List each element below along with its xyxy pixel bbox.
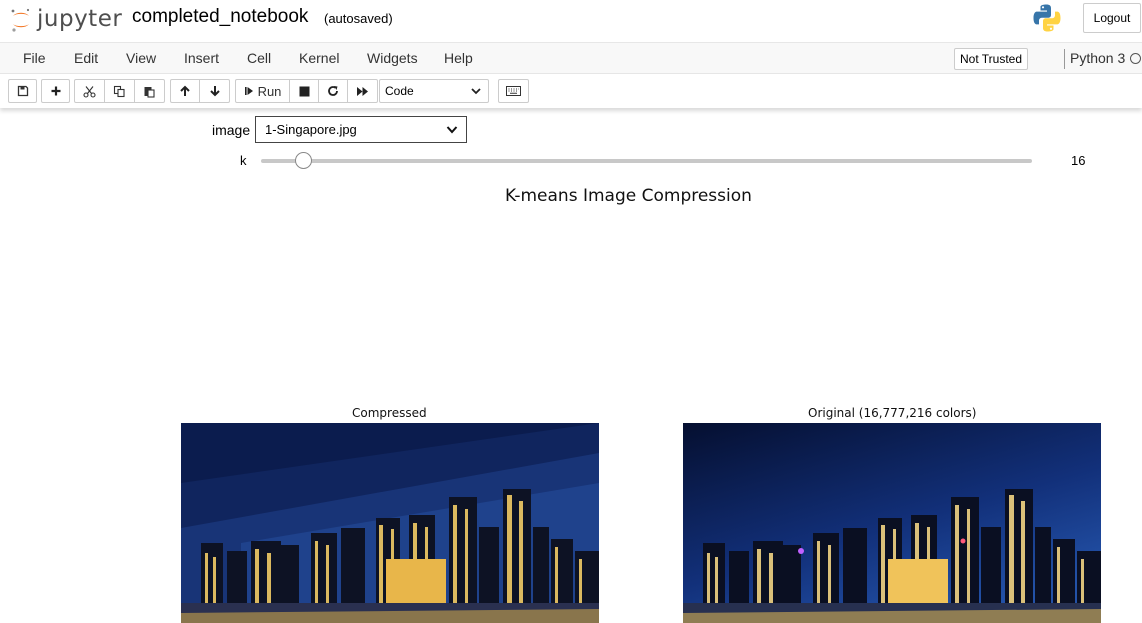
- save-status: (autosaved): [324, 11, 393, 26]
- toolbar: Run: [0, 74, 1142, 108]
- menu-file[interactable]: File: [23, 50, 46, 66]
- restart-icon: [328, 86, 338, 96]
- kernel-name: Python 3: [1070, 50, 1126, 66]
- menu-cell[interactable]: Cell: [247, 50, 271, 66]
- trust-button[interactable]: Not Trusted: [954, 48, 1028, 70]
- menu-widgets[interactable]: Widgets: [367, 50, 418, 66]
- python-logo-icon: [1033, 4, 1061, 32]
- logo-text: jupyter: [37, 5, 123, 32]
- stop-icon: [299, 86, 309, 96]
- jupyter-logo[interactable]: jupyter: [10, 2, 122, 38]
- plus-icon: [51, 86, 60, 96]
- move-down-button[interactable]: [200, 80, 229, 102]
- original-image: [683, 423, 1101, 623]
- save-button[interactable]: [9, 80, 36, 102]
- compressed-title: Compressed: [352, 406, 427, 420]
- image-dropdown-value: 1-Singapore.jpg: [265, 122, 357, 137]
- kernel-divider: [1064, 49, 1065, 69]
- restart-run-all-button[interactable]: [348, 80, 377, 102]
- cell-type-select[interactable]: Code: [379, 79, 489, 103]
- logout-button[interactable]: Logout: [1083, 3, 1141, 33]
- keyboard-icon: [506, 86, 521, 96]
- run-label: Run: [257, 83, 282, 99]
- arrow-up-icon: [180, 85, 190, 96]
- insert-group: [41, 79, 70, 103]
- step-forward-icon: [244, 87, 253, 95]
- interrupt-button[interactable]: [290, 80, 319, 102]
- copy-button[interactable]: [105, 80, 135, 102]
- menu-view[interactable]: View: [126, 50, 156, 66]
- move-up-button[interactable]: [171, 80, 200, 102]
- paste-icon: [144, 86, 155, 98]
- menu-help[interactable]: Help: [444, 50, 473, 66]
- notebook-header: jupyter completed_notebook (autosaved) L…: [0, 0, 1142, 42]
- image-dropdown[interactable]: 1-Singapore.jpg: [255, 116, 467, 143]
- compressed-image: [181, 423, 599, 623]
- k-slider-label: k: [240, 153, 247, 168]
- command-palette-button[interactable]: [498, 79, 529, 103]
- save-icon: [17, 85, 28, 97]
- fast-forward-icon: [357, 86, 368, 96]
- menu-insert[interactable]: Insert: [184, 50, 219, 66]
- cut-button[interactable]: [75, 80, 105, 102]
- run-button[interactable]: Run: [236, 80, 290, 102]
- menu-kernel[interactable]: Kernel: [299, 50, 339, 66]
- paste-button[interactable]: [135, 80, 164, 102]
- insert-cell-button[interactable]: [42, 80, 69, 102]
- clipboard-group: [74, 79, 165, 103]
- arrow-down-icon: [209, 86, 220, 97]
- k-slider-handle[interactable]: [294, 152, 312, 169]
- image-dropdown-label: image: [212, 122, 251, 138]
- move-group: [170, 79, 230, 103]
- run-group: Run: [235, 79, 378, 103]
- figure-title: K-means Image Compression: [505, 186, 752, 206]
- kernel-status-icon: [1130, 53, 1141, 64]
- jupyter-logo-icon: [11, 8, 30, 32]
- notebook-name[interactable]: completed_notebook: [132, 6, 308, 28]
- save-group: [8, 79, 37, 103]
- copy-icon: [113, 85, 125, 97]
- menubar: File Edit View Insert Cell Kernel Widget…: [0, 42, 1142, 74]
- original-title: Original (16,777,216 colors): [808, 406, 977, 420]
- cell-type-value: Code: [385, 84, 414, 98]
- chevron-down-icon: [446, 126, 458, 134]
- chevron-down-icon: [471, 88, 481, 95]
- cut-icon: [83, 85, 96, 98]
- restart-button[interactable]: [319, 80, 348, 102]
- k-slider-value: 16: [1071, 153, 1086, 168]
- k-slider-track[interactable]: [261, 159, 1032, 163]
- menu-edit[interactable]: Edit: [74, 50, 98, 66]
